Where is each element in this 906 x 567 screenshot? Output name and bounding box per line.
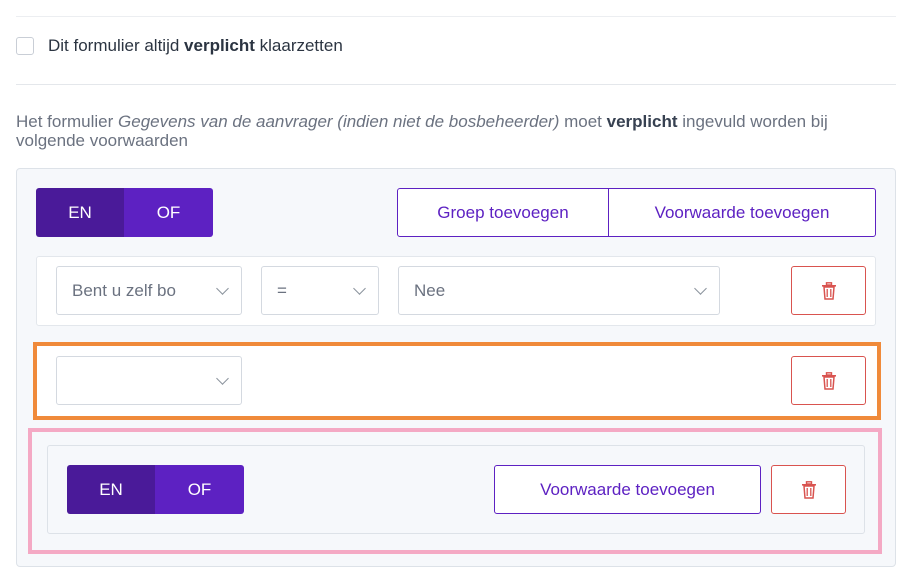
group-actions: Groep toevoegen Voorwaarde toevoegen	[397, 188, 876, 237]
logic-toggle: EN OF	[36, 188, 213, 237]
trash-icon	[821, 371, 836, 390]
always-required-checkbox[interactable]	[16, 37, 34, 55]
chevron-down-icon	[353, 281, 366, 295]
delete-nested-group-button[interactable]	[771, 465, 846, 514]
toggle-en-button[interactable]: EN	[36, 188, 124, 237]
trash-icon	[801, 480, 816, 499]
nested-logic-toggle: EN OF	[67, 465, 244, 514]
section-divider	[16, 84, 896, 85]
conditions-description: Het formulier Gegevens van de aanvrager …	[16, 112, 828, 150]
always-required-row: Dit formulier altijd verplicht klaarzett…	[16, 36, 343, 56]
condition-value-select[interactable]: Nee	[398, 266, 720, 315]
delete-new-condition-button[interactable]	[791, 356, 866, 405]
condition-operator-select[interactable]: =	[261, 266, 379, 315]
delete-condition-button[interactable]	[791, 266, 866, 315]
add-group-button[interactable]: Groep toevoegen	[398, 189, 609, 236]
nested-toggle-en-button[interactable]: EN	[67, 465, 155, 514]
add-condition-button[interactable]: Voorwaarde toevoegen	[609, 189, 875, 236]
condition-operator-value: =	[277, 280, 287, 300]
always-required-label[interactable]: Dit formulier altijd verplicht klaarzett…	[48, 36, 343, 56]
condition-field-select[interactable]: Bent u zelf bo	[56, 266, 242, 315]
new-condition-field-select[interactable]	[56, 356, 242, 405]
toggle-of-button[interactable]: OF	[124, 188, 213, 237]
chevron-down-icon	[216, 371, 229, 385]
condition-field-value: Bent u zelf bo	[72, 280, 176, 300]
trash-icon	[821, 281, 836, 300]
nested-add-condition-button[interactable]: Voorwaarde toevoegen	[494, 465, 761, 514]
nested-toggle-of-button[interactable]: OF	[155, 465, 244, 514]
top-divider	[16, 16, 896, 17]
condition-value-value: Nee	[414, 280, 446, 300]
chevron-down-icon	[216, 281, 229, 295]
chevron-down-icon	[694, 281, 707, 295]
